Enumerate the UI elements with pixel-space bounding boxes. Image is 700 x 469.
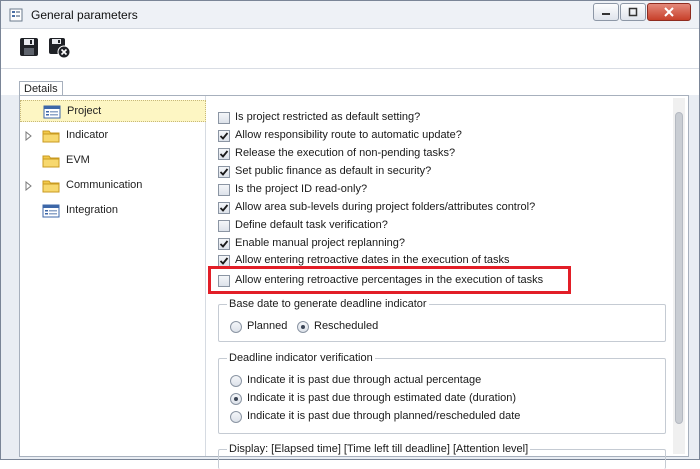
checkmark-icon: [219, 168, 229, 176]
checkbox-row[interactable]: Allow entering retroactive percentages i…: [218, 274, 658, 290]
checkbox[interactable]: [218, 112, 230, 124]
checkmark-icon: [219, 132, 229, 140]
checkbox-label: Allow entering retroactive percentages i…: [235, 274, 544, 286]
radio-button[interactable]: [297, 321, 309, 333]
settings-pane: Is project restricted as default setting…: [207, 96, 688, 469]
checkbox[interactable]: [218, 184, 230, 196]
checkbox-label: Is the project ID read-only?: [235, 183, 368, 195]
checkbox-label: Allow responsibility route to automatic …: [235, 129, 462, 141]
checkbox[interactable]: [218, 220, 230, 232]
window-controls: [592, 3, 691, 21]
save-icon[interactable]: [17, 35, 41, 59]
app-icon: [9, 8, 23, 22]
checkmark-icon: [219, 150, 229, 158]
radio-label: Rescheduled: [314, 320, 379, 332]
radio-row[interactable]: Indicate it is past due through estimate…: [230, 392, 650, 408]
radio-button[interactable]: [230, 411, 242, 423]
title-bar[interactable]: General parameters: [1, 1, 699, 29]
maximize-icon: [628, 7, 638, 17]
list-icon: [42, 204, 60, 218]
checkbox[interactable]: [218, 166, 230, 178]
close-icon: [664, 7, 674, 17]
folder-icon: [42, 180, 60, 193]
checkbox-label: Allow area sub-levels during project fol…: [235, 201, 536, 213]
window-title: General parameters: [31, 8, 138, 22]
tree-item-integration[interactable]: Integration: [20, 200, 206, 222]
expand-arrow-icon[interactable]: [25, 131, 33, 141]
checkbox[interactable]: [218, 238, 230, 250]
tree-item-label: Integration: [66, 204, 118, 216]
checkmark-icon: [219, 257, 229, 265]
radio-button[interactable]: [230, 393, 242, 405]
tree-item-label: Indicator: [66, 129, 109, 141]
tab-strip: Details: [1, 69, 699, 96]
radio-row[interactable]: Indicate it is past due through actual p…: [230, 374, 650, 390]
vertical-scrollbar[interactable]: [673, 98, 685, 454]
tree-item-communication[interactable]: Communication: [20, 175, 206, 197]
checkbox-row[interactable]: Is the project ID read-only?: [218, 183, 658, 199]
checkbox[interactable]: [218, 130, 230, 142]
checkbox-row[interactable]: Release the execution of non-pending tas…: [218, 147, 658, 163]
checkbox-label: Is project restricted as default setting…: [235, 111, 421, 123]
checkbox-label: Allow entering retroactive dates in the …: [235, 254, 510, 266]
tree-item-label: Project: [67, 105, 102, 117]
folder-icon: [42, 130, 60, 143]
details-panel: Project Indicator EVM Communication Inte…: [19, 95, 689, 469]
checkbox[interactable]: [218, 148, 230, 160]
checkbox-row[interactable]: Is project restricted as default setting…: [218, 111, 658, 127]
radio-button[interactable]: [230, 321, 242, 333]
tree-item-project[interactable]: Project: [20, 100, 206, 122]
checkbox-row[interactable]: Set public finance as default in securit…: [218, 165, 658, 181]
checkmark-icon: [219, 240, 229, 248]
category-tree: Project Indicator EVM Communication Inte…: [20, 96, 206, 456]
display-group: Display: [Elapsed time] [Time left till …: [218, 443, 666, 469]
toolbar: [1, 29, 699, 69]
checkbox-label: Set public finance as default in securit…: [235, 165, 432, 177]
checkmark-icon: [219, 204, 229, 212]
deadline-verification-group: Deadline indicator verification Indicate…: [218, 352, 666, 434]
checkbox[interactable]: [218, 202, 230, 214]
close-button[interactable]: [647, 3, 691, 21]
group-title: Display: [Elapsed time] [Time left till …: [227, 443, 531, 455]
tree-item-label: EVM: [66, 154, 90, 166]
maximize-button[interactable]: [620, 3, 646, 21]
save-and-close-icon[interactable]: [47, 35, 71, 59]
checkbox-row[interactable]: Allow area sub-levels during project fol…: [218, 201, 658, 217]
radio-label: Indicate it is past due through planned/…: [247, 410, 521, 422]
radio-label: Planned: [247, 320, 288, 332]
checkbox-label: Enable manual project replanning?: [235, 237, 406, 249]
radio-button[interactable]: [230, 375, 242, 387]
group-title: Base date to generate deadline indicator: [227, 298, 429, 310]
base-date-group: Base date to generate deadline indicator…: [218, 298, 666, 342]
scrollbar-thumb[interactable]: [675, 112, 683, 424]
checkbox-row[interactable]: Enable manual project replanning?: [218, 237, 658, 253]
checkbox-label: Release the execution of non-pending tas…: [235, 147, 456, 159]
checkbox-row[interactable]: Allow responsibility route to automatic …: [218, 129, 658, 145]
list-icon: [43, 105, 61, 119]
checkbox-row[interactable]: Define default task verification?: [218, 219, 658, 235]
radio-label: Indicate it is past due through estimate…: [247, 392, 517, 404]
radio-label: Indicate it is past due through actual p…: [247, 374, 482, 386]
tab-details[interactable]: Details: [19, 81, 63, 96]
checkbox-label: Define default task verification?: [235, 219, 388, 231]
tree-item-evm[interactable]: EVM: [20, 150, 206, 172]
minimize-icon: [602, 13, 610, 15]
radio-row[interactable]: Rescheduled: [297, 320, 407, 336]
radio-row[interactable]: Indicate it is past due through planned/…: [230, 410, 650, 426]
minimize-button[interactable]: [593, 3, 619, 21]
expand-arrow-icon[interactable]: [25, 181, 33, 191]
checkbox[interactable]: [218, 275, 230, 287]
folder-icon: [42, 155, 60, 168]
tree-item-indicator[interactable]: Indicator: [20, 125, 206, 147]
dialog-window: General parameters Details Project Indic…: [0, 0, 700, 469]
group-title: Deadline indicator verification: [227, 352, 375, 364]
tree-item-label: Communication: [66, 179, 143, 191]
